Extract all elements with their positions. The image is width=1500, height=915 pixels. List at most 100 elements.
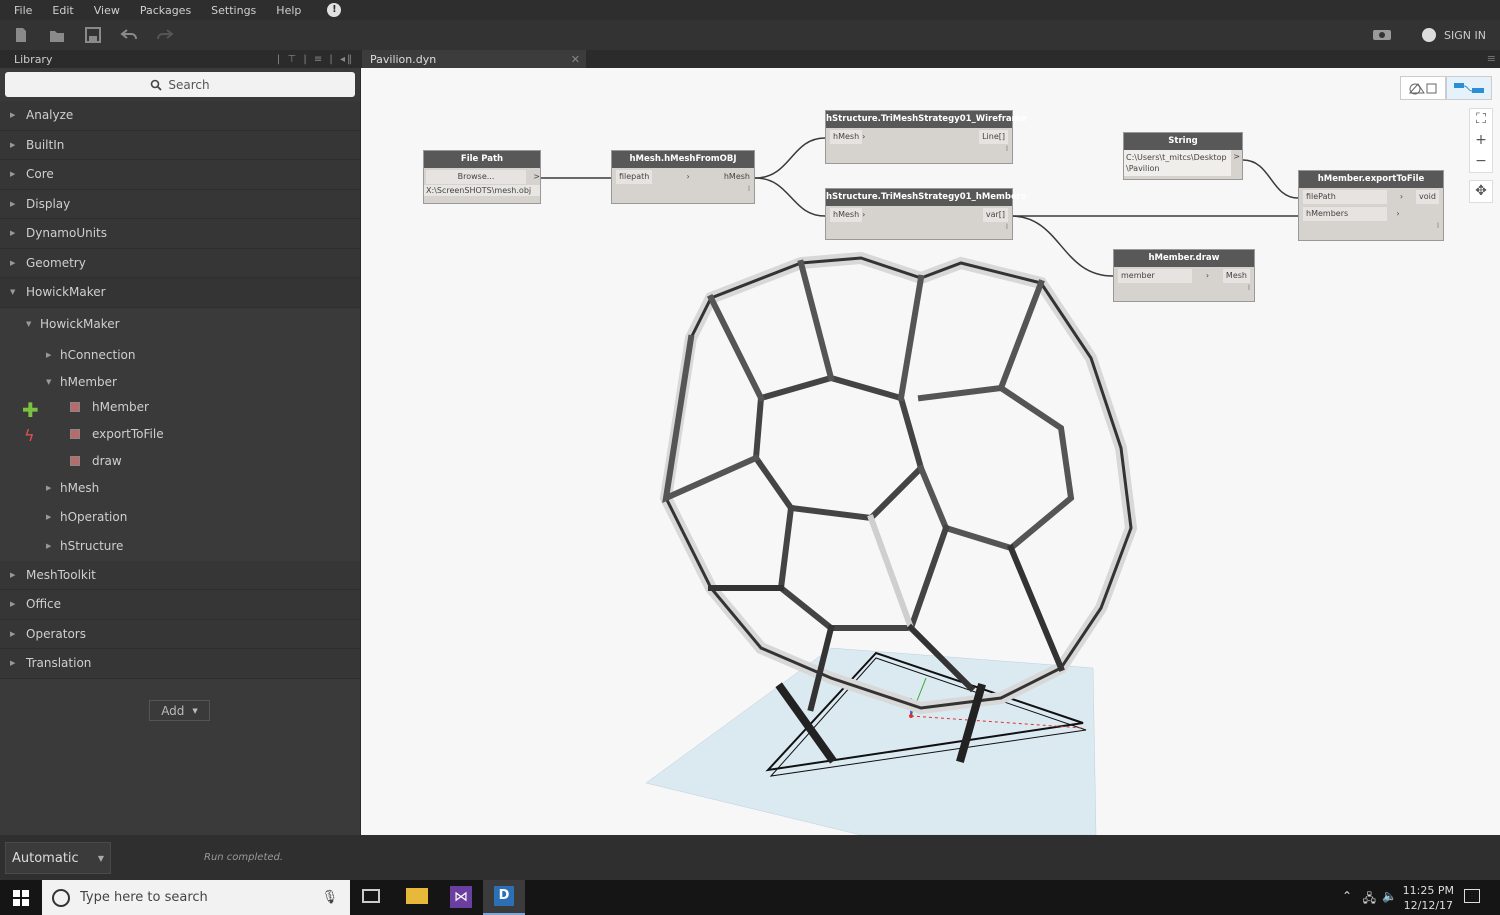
- network-icon[interactable]: 🖧: [1363, 889, 1376, 910]
- menu-view[interactable]: View: [80, 4, 120, 17]
- clock[interactable]: 11:25 PM 12/12/17: [1403, 883, 1454, 913]
- action-bolt-icon: ϟ: [24, 425, 35, 445]
- subgroup-howickmaker[interactable]: ▼ HowickMaker: [0, 307, 360, 341]
- visual-studio-icon[interactable]: ⋈: [450, 886, 472, 908]
- category-dynamounits[interactable]: ▶ DynamoUnits: [0, 219, 360, 249]
- input-port-member[interactable]: member: [1118, 268, 1192, 283]
- geometry-view-icon: [1408, 83, 1437, 95]
- expand-arrow-icon: ▶: [10, 629, 16, 638]
- camera-icon[interactable]: [1372, 27, 1392, 44]
- add-label: Add: [161, 703, 185, 718]
- category-howickmaker[interactable]: ▼ HowickMaker: [0, 278, 360, 308]
- collapse-arrow-icon: ▼: [10, 288, 16, 297]
- class-hmember[interactable]: ▼ hMember: [0, 369, 360, 394]
- expand-arrow-icon: ▶: [46, 542, 52, 550]
- node-title: File Path: [424, 151, 540, 168]
- output-port-hmesh[interactable]: hMesh: [724, 172, 750, 181]
- browse-button[interactable]: Browse...: [426, 169, 526, 184]
- graph-view-icon: [1454, 83, 1484, 93]
- category-display[interactable]: ▶ Display: [0, 189, 360, 219]
- category-translation[interactable]: ▶ Translation: [0, 649, 360, 679]
- graph-view-toggle[interactable]: [1446, 76, 1492, 100]
- taskbar-search[interactable]: Type here to search 🎙: [42, 880, 350, 915]
- output-port-var[interactable]: var[]: [982, 207, 1008, 222]
- node-draw[interactable]: draw: [0, 448, 360, 474]
- background-preview-toggle[interactable]: [1400, 76, 1446, 100]
- category-label: Core: [26, 167, 54, 182]
- action-center-icon[interactable]: [1464, 889, 1480, 903]
- redo-icon[interactable]: [150, 20, 180, 50]
- lacing-indicator: l: [748, 185, 750, 193]
- add-button[interactable]: Add ▼: [149, 700, 210, 721]
- microphone-icon[interactable]: 🎙: [321, 890, 338, 905]
- output-port[interactable]: >: [1231, 150, 1242, 176]
- open-file-icon[interactable]: [42, 20, 72, 50]
- output-port[interactable]: >: [533, 172, 540, 181]
- node-export-to-file[interactable]: ϟ exportToFile: [0, 420, 360, 448]
- input-port-filepath[interactable]: filePath: [1303, 189, 1387, 204]
- input-port-hmesh[interactable]: hMesh: [830, 207, 863, 222]
- close-icon[interactable]: ✕: [571, 53, 580, 66]
- node-title: hStructure.TriMeshStrategy01_Wireframe: [826, 111, 1026, 128]
- class-hoperation[interactable]: ▶ hOperation: [0, 502, 360, 532]
- expand-arrow-icon: ▶: [10, 659, 16, 668]
- save-icon[interactable]: [78, 20, 108, 50]
- class-hstructure[interactable]: ▶ hStructure: [0, 531, 360, 561]
- category-builtin[interactable]: ▶ BuiltIn: [0, 130, 360, 160]
- category-geometry[interactable]: ▶ Geometry: [0, 248, 360, 278]
- fit-view-icon[interactable]: ⛶: [1470, 109, 1492, 130]
- node-string[interactable]: String C:\Users\t_mitcs\Desktop\Pavilion…: [1123, 132, 1243, 180]
- undo-icon[interactable]: [114, 20, 144, 50]
- volume-icon[interactable]: 🔈: [1382, 889, 1397, 903]
- pan-icon[interactable]: ✥: [1470, 181, 1492, 202]
- node-file-path[interactable]: File Path Browse... > X:\ScreenSHOTS\mesh…: [423, 150, 541, 204]
- subgroup-label: HowickMaker: [40, 317, 120, 331]
- category-meshtoolkit[interactable]: ▶ MeshToolkit: [0, 560, 360, 590]
- output-port-mesh[interactable]: Mesh: [1222, 268, 1250, 283]
- output-port-void[interactable]: void: [1416, 189, 1439, 204]
- file-explorer-icon[interactable]: [406, 888, 428, 904]
- dynamo-taskbar-button[interactable]: D: [483, 880, 525, 915]
- category-operators[interactable]: ▶ Operators: [0, 619, 360, 649]
- menu-edit[interactable]: Edit: [38, 4, 73, 17]
- zoom-out-icon[interactable]: −: [1470, 151, 1492, 172]
- class-hmesh[interactable]: ▶ hMesh: [0, 473, 360, 503]
- graph-canvas[interactable]: File Path Browse... > X:\ScreenSHOTS\mesh…: [361, 68, 1500, 835]
- class-hconnection[interactable]: ▶ hConnection: [0, 340, 360, 370]
- node-hmesh-from-obj[interactable]: hMesh.hMeshFromOBJ filepath › hMesh l: [611, 150, 755, 204]
- string-value[interactable]: C:\Users\t_mitcs\Desktop\Pavilion: [1124, 150, 1232, 176]
- node-hmember-draw[interactable]: hMember.draw member › Mesh l: [1113, 249, 1255, 302]
- menu-packages[interactable]: Packages: [126, 4, 191, 17]
- input-port-filepath[interactable]: filepath: [616, 169, 653, 184]
- menu-settings[interactable]: Settings: [197, 4, 256, 17]
- run-mode-select[interactable]: Automatic ▼: [5, 842, 111, 874]
- node-export-to-file[interactable]: hMember.exportToFile filePath › void hMemb…: [1298, 170, 1444, 241]
- zoom-in-icon[interactable]: +: [1470, 130, 1492, 151]
- library-search[interactable]: Search: [5, 72, 355, 97]
- library-view-icons[interactable]: | ⊤ | ≡ | ◂‖: [277, 54, 354, 65]
- new-file-icon[interactable]: [6, 20, 36, 50]
- tray-chevron-icon[interactable]: ⌃: [1342, 889, 1352, 903]
- menu-file[interactable]: File: [0, 4, 32, 17]
- node-trimesh-wireframe[interactable]: hStructure.TriMeshStrategy01_Wireframe h…: [825, 110, 1026, 164]
- class-label: hMember: [60, 374, 117, 389]
- task-view-icon[interactable]: [362, 889, 380, 903]
- tab-pavilion[interactable]: Pavilion.dyn ✕: [362, 50, 586, 68]
- expand-arrow-icon: ▶: [46, 351, 52, 359]
- category-core[interactable]: ▶ Core: [0, 160, 360, 190]
- cortana-icon: [52, 888, 70, 907]
- output-port-lines[interactable]: Line[]: [979, 129, 1008, 144]
- sign-in-button[interactable]: SIGN IN: [1422, 28, 1486, 42]
- node-trimesh-hmembers[interactable]: hStructure.TriMeshStrategy01_hMembers hM…: [825, 188, 1026, 240]
- input-port-hmesh[interactable]: hMesh: [830, 129, 863, 144]
- category-analyze[interactable]: ▶ Analyze: [0, 101, 360, 131]
- run-mode-value: Automatic: [12, 850, 79, 866]
- category-label: Translation: [26, 656, 92, 671]
- node-hmember-create[interactable]: ✚ hMember: [0, 394, 360, 422]
- category-office[interactable]: ▶ Office: [0, 590, 360, 620]
- input-port-hmembers[interactable]: hMembers: [1303, 206, 1387, 221]
- menu-lines-icon[interactable]: ≡: [1487, 52, 1496, 65]
- menu-help[interactable]: Help: [262, 4, 301, 17]
- notification-icon[interactable]: !: [327, 3, 342, 17]
- windows-start-icon[interactable]: [13, 890, 29, 906]
